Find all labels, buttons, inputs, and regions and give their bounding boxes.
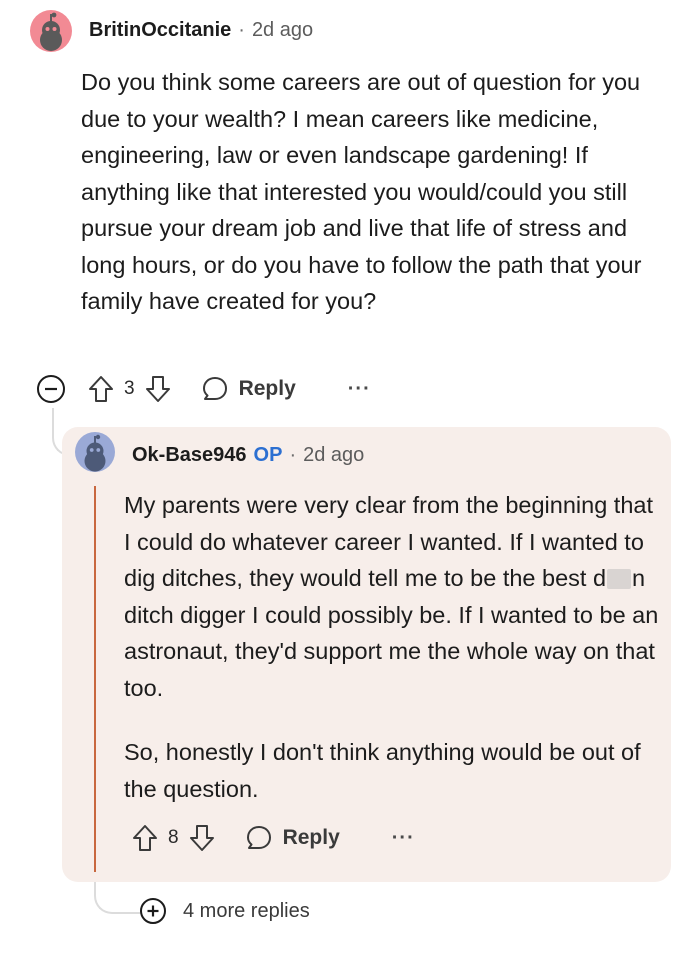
timestamp: 2d ago — [303, 444, 365, 466]
speech-bubble-icon — [202, 377, 227, 400]
op-accent-bar — [94, 486, 96, 872]
author-name[interactable]: Ok-Base946 — [132, 444, 247, 467]
snoo-avatar-icon — [40, 12, 62, 51]
arrow-down-icon — [189, 825, 214, 851]
reply-button[interactable]: Reply — [201, 375, 296, 403]
plus-circle-icon — [140, 898, 166, 924]
meta-separator: · — [289, 444, 297, 466]
reply-text: My parents were very clear from the begi… — [124, 492, 654, 591]
avatar[interactable] — [75, 432, 115, 472]
reply-meta: Ok-Base946 OP · 2d ago — [132, 444, 364, 467]
comment-meta: BritinOccitanie · 2d ago — [89, 19, 313, 42]
more-options-button[interactable]: ··· — [348, 378, 371, 401]
reply-label: Reply — [282, 826, 340, 849]
collapse-button[interactable] — [36, 374, 66, 404]
reply-actions: 8 Reply ··· — [132, 824, 415, 852]
reply-body: My parents were very clear from the begi… — [124, 487, 664, 807]
upvote-button[interactable] — [88, 375, 114, 403]
more-options-button[interactable]: ··· — [392, 827, 415, 850]
author-name[interactable]: BritinOccitanie — [89, 19, 231, 42]
arrow-up-icon — [89, 376, 113, 402]
upvote-button[interactable] — [132, 824, 158, 852]
downvote-button[interactable] — [189, 824, 215, 852]
downvote-button[interactable] — [145, 375, 171, 403]
reply-paragraph: So, honestly I don't think anything woul… — [124, 739, 641, 802]
reply-button[interactable]: Reply — [245, 824, 340, 852]
timestamp: 2d ago — [251, 19, 314, 41]
op-badge: OP — [253, 444, 283, 466]
meta-separator: · — [238, 19, 245, 41]
censored-text — [607, 569, 632, 589]
minus-circle-icon — [37, 375, 65, 403]
avatar[interactable] — [30, 10, 72, 52]
speech-bubble-icon — [246, 826, 271, 849]
more-replies-button[interactable]: 4 more replies — [139, 897, 310, 925]
snoo-avatar-icon — [84, 434, 106, 472]
reply-paragraph: My parents were very clear from the begi… — [124, 487, 664, 706]
arrow-down-icon — [145, 376, 170, 402]
comment-thread: BritinOccitanie · 2d ago Do you think so… — [0, 0, 700, 961]
comment-body: Do you think some careers are out of que… — [81, 64, 671, 320]
more-replies-label: 4 more replies — [183, 899, 310, 922]
reply-label: Reply — [238, 377, 296, 400]
vote-count: 3 — [124, 378, 135, 399]
vote-count: 8 — [168, 827, 179, 848]
arrow-up-icon — [133, 825, 157, 851]
comment-paragraph: Do you think some careers are out of que… — [81, 69, 642, 314]
comment-actions: 3 Reply ··· — [36, 374, 371, 404]
